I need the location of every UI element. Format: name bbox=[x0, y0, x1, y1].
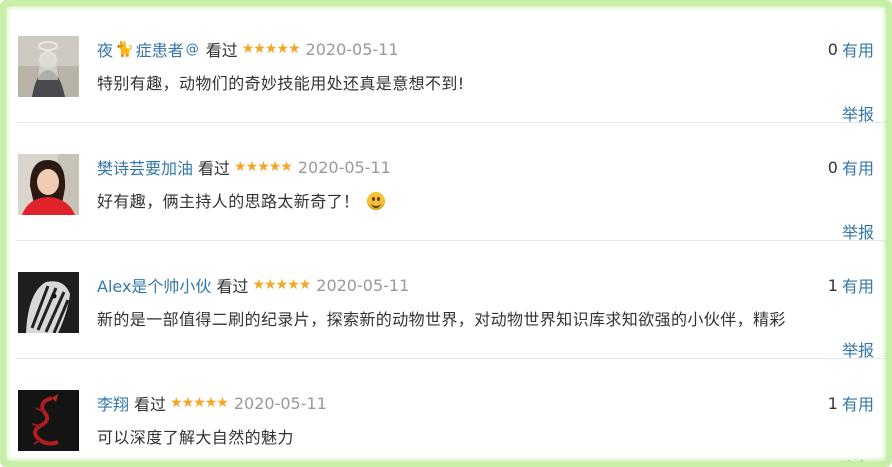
review-item: Alex是个帅小伙 看过 ★ ★ ★ ★ ★ 2020-05-11 新的是一部值得二刷的… bbox=[12, 250, 874, 368]
rating-stars: ★ ★ ★ ★ ★ bbox=[234, 159, 293, 175]
avatar[interactable] bbox=[18, 36, 79, 97]
watched-label: 看过 bbox=[198, 159, 231, 178]
username-link[interactable]: 李翔 bbox=[97, 391, 129, 415]
swirl-icon: @ bbox=[185, 41, 199, 57]
username-link[interactable]: Alex是个帅小伙 bbox=[97, 273, 211, 297]
rating-stars: ★ ★ ★ ★ ★ bbox=[241, 41, 301, 57]
useful-count: 0 bbox=[827, 157, 838, 177]
review-meta: 夜 🐈 症患者 @ 看过 ★ ★ ★ ★ ★ 2020-05-11 bbox=[97, 37, 399, 61]
avatar[interactable] bbox=[18, 272, 79, 333]
cat-icon: 🐈 bbox=[115, 40, 134, 58]
star-icon: ★ bbox=[204, 395, 218, 411]
review-comment-row: 好有趣，俩主持人的思路太新奇了！ bbox=[97, 188, 386, 212]
useful-vote: 1 有用 bbox=[828, 273, 874, 297]
username-link[interactable]: 樊诗芸要加油 bbox=[97, 155, 193, 179]
review-meta: 李翔 看过 ★ ★ ★ ★ ★ 2020-05-11 bbox=[97, 391, 327, 415]
useful-button[interactable]: 有用 bbox=[842, 273, 874, 297]
star-icon: ★ bbox=[287, 41, 301, 57]
avatar[interactable] bbox=[18, 154, 79, 215]
star-icon: ★ bbox=[276, 41, 289, 57]
useful-count: 1 bbox=[827, 275, 838, 295]
useful-count: 1 bbox=[827, 393, 838, 413]
star-icon: ★ bbox=[268, 159, 282, 175]
rating-stars: ★ ★ ★ ★ ★ bbox=[170, 395, 229, 411]
watched-label: 看过 bbox=[205, 41, 238, 60]
review-comment: 可以深度了解大自然的魅力 bbox=[97, 428, 294, 447]
star-icon: ★ bbox=[193, 395, 206, 411]
useful-vote: 1 有用 bbox=[828, 391, 874, 415]
star-icon: ★ bbox=[252, 277, 265, 293]
star-icon: ★ bbox=[181, 395, 195, 411]
review-comment: 好有趣，俩主持人的思路太新奇了！ bbox=[97, 192, 360, 211]
star-icon: ★ bbox=[280, 159, 293, 175]
star-icon: ★ bbox=[275, 277, 289, 293]
star-icon: ★ bbox=[264, 277, 277, 293]
star-icon: ★ bbox=[216, 395, 229, 411]
report-link[interactable]: 举报 bbox=[842, 455, 874, 461]
star-icon: ★ bbox=[241, 41, 255, 57]
divider bbox=[16, 240, 886, 241]
star-icon: ★ bbox=[253, 41, 266, 57]
rating-stars: ★ ★ ★ ★ ★ bbox=[252, 277, 312, 293]
username-link-suffix[interactable]: 症患者 bbox=[136, 37, 184, 61]
review-meta: Alex是个帅小伙 看过 ★ ★ ★ ★ ★ 2020-05-11 bbox=[97, 273, 409, 297]
watched-label: 看过 bbox=[134, 395, 167, 414]
username-link[interactable]: 夜 bbox=[97, 37, 113, 61]
star-icon: ★ bbox=[234, 159, 247, 175]
star-icon: ★ bbox=[264, 41, 278, 57]
star-icon: ★ bbox=[170, 395, 183, 411]
useful-button[interactable]: 有用 bbox=[842, 391, 874, 415]
review-item: 李翔 看过 ★ ★ ★ ★ ★ 2020-05-11 可以深度了解大自然的魅力 1 有用… bbox=[12, 368, 874, 461]
review-comment: 新的是一部值得二刷的纪录片，探索新的动物世界，对动物世界知识库求知欲强的小伙伴，… bbox=[97, 310, 786, 329]
star-icon: ★ bbox=[245, 159, 259, 175]
useful-count: 0 bbox=[827, 39, 838, 59]
divider bbox=[16, 122, 886, 123]
divider bbox=[16, 358, 886, 359]
review-item: 樊诗芸要加油 看过 ★ ★ ★ ★ ★ 2020-05-11 好有趣，俩主持人的思路太新… bbox=[12, 132, 874, 250]
useful-button[interactable]: 有用 bbox=[842, 37, 874, 61]
star-icon: ★ bbox=[257, 159, 270, 175]
useful-button[interactable]: 有用 bbox=[842, 155, 874, 179]
review-item: 夜 🐈 症患者 @ 看过 ★ ★ ★ ★ ★ 2020-05-11 特别有趣，动物们的奇… bbox=[12, 14, 874, 132]
review-date: 2020-05-11 bbox=[316, 275, 410, 295]
smile-icon bbox=[367, 192, 386, 210]
reviews-panel: 夜 🐈 症患者 @ 看过 ★ ★ ★ ★ ★ 2020-05-11 特别有趣，动物们的奇… bbox=[0, 0, 892, 467]
review-date: 2020-05-11 bbox=[305, 39, 399, 59]
review-date: 2020-05-11 bbox=[297, 157, 391, 177]
avatar[interactable] bbox=[18, 390, 79, 451]
useful-vote: 0 有用 bbox=[828, 37, 874, 61]
review-meta: 樊诗芸要加油 看过 ★ ★ ★ ★ ★ 2020-05-11 bbox=[97, 155, 391, 179]
review-comment: 特别有趣，动物们的奇妙技能用处还真是意想不到! bbox=[97, 74, 465, 93]
star-icon: ★ bbox=[298, 277, 312, 293]
star-icon: ★ bbox=[287, 277, 300, 293]
useful-vote: 0 有用 bbox=[828, 155, 874, 179]
watched-label: 看过 bbox=[216, 277, 249, 296]
review-date: 2020-05-11 bbox=[233, 393, 327, 413]
